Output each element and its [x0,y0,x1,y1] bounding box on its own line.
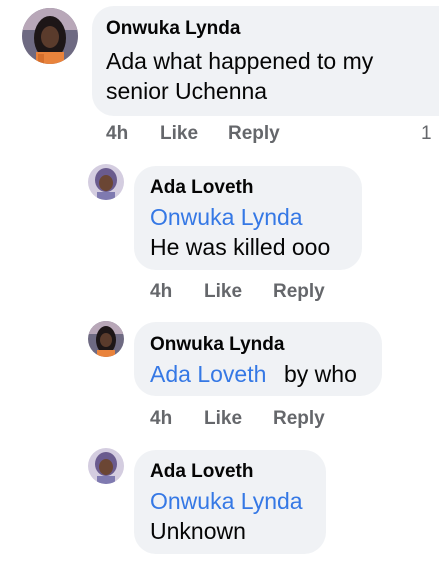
comment-actions: 4h Like Reply [150,281,370,303]
comment-author[interactable]: Onwuka Lynda [106,18,240,40]
profile-photo-icon [88,448,124,484]
profile-photo-icon [88,321,124,357]
comment-author[interactable]: Ada Loveth [150,461,253,483]
comment-timestamp[interactable]: 4h [150,281,172,303]
comment-bubble: Onwuka Lynda Ada what happened to my sen… [92,6,439,116]
avatar[interactable] [22,8,78,64]
comment-thread: Onwuka Lynda Ada what happened to my sen… [0,0,439,564]
comment-text: Unknown [150,518,246,544]
comment-bubble: Onwuka Lynda Ada Loveth by who [134,322,382,396]
reply-button[interactable]: Reply [228,123,280,145]
comment-text: Ada what happened to my [106,48,374,74]
profile-photo-icon [22,8,78,64]
avatar[interactable] [88,448,124,484]
comment-author[interactable]: Ada Loveth [150,177,253,199]
reply-button[interactable]: Reply [273,281,325,303]
comment-bubble: Ada Loveth Onwuka Lynda He was killed oo… [134,166,362,270]
like-button[interactable]: Like [204,281,242,303]
like-button[interactable]: Like [160,123,198,145]
avatar[interactable] [88,321,124,357]
comment-actions: 4h Like Reply [150,408,370,430]
mention-link[interactable]: Ada Loveth [150,359,266,389]
mention-link[interactable]: Onwuka Lynda [150,202,303,232]
avatar[interactable] [88,164,124,200]
comment-actions: 4h Like Reply [106,123,426,145]
comment-text: senior Uchenna [106,78,268,104]
comment-bubble: Ada Loveth Onwuka Lynda Unknown [134,450,326,554]
reply-button[interactable]: Reply [273,408,325,430]
comment-timestamp[interactable]: 4h [106,123,128,145]
comment-author[interactable]: Onwuka Lynda [150,334,284,356]
reaction-count[interactable]: 1 [421,123,432,145]
comment-text: by who [284,361,357,387]
like-button[interactable]: Like [204,408,242,430]
profile-photo-icon [88,164,124,200]
comment-timestamp[interactable]: 4h [150,408,172,430]
comment-text: He was killed ooo [150,234,331,260]
mention-link[interactable]: Onwuka Lynda [150,486,303,516]
